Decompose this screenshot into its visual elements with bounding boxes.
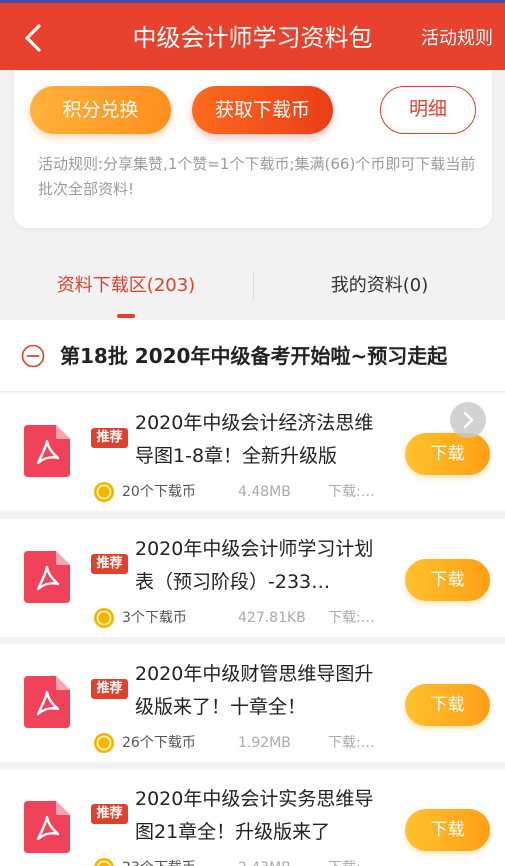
list-item[interactable]: 推荐 2020年中级会计经济法思维导图1-8章！全新升级版 20个下载币 4.4… (0, 393, 505, 511)
coin-icon (94, 733, 114, 753)
download-count: 下载:… (328, 484, 375, 500)
recommend-badge: 推荐 (91, 679, 128, 699)
pdf-file-icon (24, 801, 70, 853)
recommend-badge: 推荐 (91, 428, 128, 448)
collapse-minus-icon[interactable] (21, 344, 45, 368)
back-arrow-icon[interactable] (18, 21, 52, 55)
coin-cost: 20个下载币 (122, 484, 196, 500)
download-button[interactable]: 下载 (405, 559, 490, 601)
file-size: 427.81KB (238, 610, 306, 626)
download-count: 下载:… (328, 858, 375, 866)
item-title[interactable]: 2020年中级会计实务思维导图21章全！升级版来了 (135, 783, 385, 849)
active-tab-indicator (117, 314, 135, 318)
coin-icon (94, 482, 114, 502)
app-header: 中级会计师学习资料包 活动规则 (0, 0, 505, 70)
pdf-file-icon (24, 425, 70, 477)
download-button[interactable]: 下载 (405, 433, 490, 475)
activity-card: 积分兑换 获取下载币 明细 活动规则:分享集赞,1个赞=1个下载币;集满(66)… (14, 70, 492, 228)
file-size: 1.92MB (238, 735, 291, 751)
list-item[interactable]: 推荐 2020年中级会计师学习计划表（预习阶段）-233… 3个下载币 427.… (0, 519, 505, 637)
recommend-badge: 推荐 (91, 804, 128, 824)
activity-rules-text: 活动规则:分享集赞,1个赞=1个下载币;集满(66)个币即可下载当前批次全部资料… (38, 155, 476, 198)
coin-icon (94, 858, 114, 866)
tab-my-materials[interactable]: 我的资料(0) (254, 256, 505, 316)
item-title[interactable]: 2020年中级财管思维导图升级版来了！十章全！ (135, 658, 385, 724)
download-count: 下载:… (328, 735, 375, 751)
download-count: 下载:… (328, 610, 375, 626)
batch-title: 第18批 2020年中级备考开始啦~预习走起 (60, 344, 448, 368)
tab-bar: 资料下载区(203) 我的资料(0) (0, 256, 505, 318)
download-button[interactable]: 下载 (405, 684, 490, 726)
item-title[interactable]: 2020年中级会计经济法思维导图1-8章！全新升级版 (135, 407, 385, 473)
recommend-badge: 推荐 (91, 554, 128, 574)
scroll-chevron-icon[interactable] (450, 402, 486, 438)
get-coins-button[interactable]: 获取下载币 (192, 86, 333, 134)
list-item[interactable]: 推荐 2020年中级会计实务思维导图21章全！升级版来了 23个下载币 2.43… (0, 769, 505, 866)
activity-rules-link[interactable]: 活动规则 (421, 25, 493, 53)
file-size: 2.43MB (238, 858, 291, 866)
detail-button[interactable]: 明细 (380, 86, 476, 134)
coin-cost: 23个下载币 (122, 858, 196, 866)
coin-cost: 3个下载币 (122, 610, 187, 626)
item-title[interactable]: 2020年中级会计师学习计划表（预习阶段）-233… (135, 533, 385, 599)
pdf-file-icon (24, 551, 70, 603)
file-size: 4.48MB (238, 484, 291, 500)
download-button[interactable]: 下载 (405, 809, 490, 851)
batch-header[interactable]: 第18批 2020年中级备考开始啦~预习走起 (0, 320, 505, 392)
coin-cost: 26个下载币 (122, 735, 196, 751)
pdf-file-icon (24, 676, 70, 728)
coin-icon (94, 608, 114, 628)
list-item[interactable]: 推荐 2020年中级财管思维导图升级版来了！十章全！ 26个下载币 1.92MB… (0, 644, 505, 762)
tab-download-area[interactable]: 资料下载区(203) (0, 256, 252, 316)
points-exchange-button[interactable]: 积分兑换 (30, 86, 171, 134)
